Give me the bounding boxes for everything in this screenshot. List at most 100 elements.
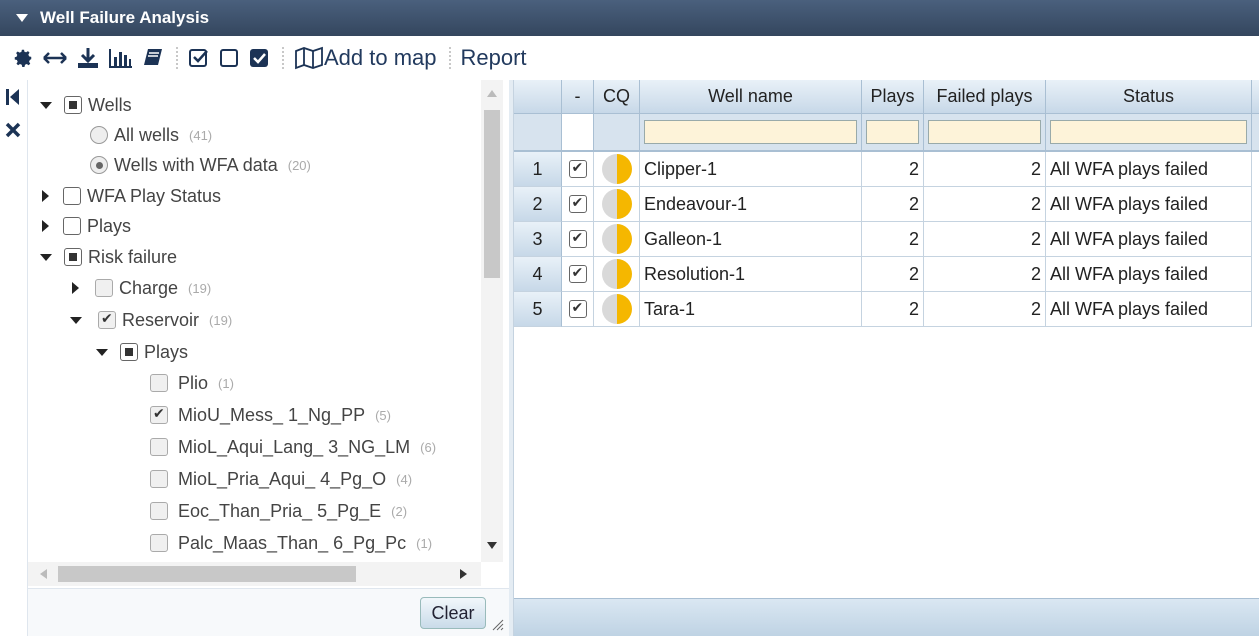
resize-grip-icon[interactable]	[492, 619, 504, 631]
well-name-cell: Clipper-1	[640, 152, 862, 187]
play-checkbox[interactable]	[150, 405, 168, 424]
toolbar-separator	[448, 47, 451, 69]
column-header-cq[interactable]: CQ	[594, 80, 640, 114]
plays-filter[interactable]	[866, 120, 919, 144]
tree-node-risk-failure[interactable]: Risk failure	[40, 243, 177, 271]
left-panel-footer: Clear	[28, 588, 509, 636]
play-label: Palc_Maas_Than_ 6_Pg_Pc	[178, 532, 407, 553]
check-filled-icon[interactable]	[248, 44, 270, 72]
tree-node-wells-wfa[interactable]: Wells with WFA data (20)	[90, 151, 311, 179]
status-cell: All WFA plays failed	[1046, 222, 1252, 257]
reservoir-checkbox[interactable]	[98, 310, 116, 329]
wells-checkbox[interactable]	[64, 96, 82, 114]
add-to-map-button[interactable]: Add to map	[294, 44, 437, 72]
row-checkbox[interactable]	[568, 229, 587, 248]
column-header-check[interactable]: -	[562, 80, 594, 114]
check-all-icon[interactable]	[188, 44, 210, 72]
play-checkbox[interactable]	[150, 438, 168, 456]
scroll-up-icon[interactable]	[487, 90, 497, 97]
filter-cell	[862, 114, 924, 152]
uncheck-all-icon[interactable]	[218, 44, 240, 72]
grid-footer	[514, 598, 1259, 636]
chevron-right-icon[interactable]	[72, 282, 79, 294]
play-label: MioU_Mess_ 1_Ng_PP	[178, 404, 366, 425]
play-count: (1)	[218, 375, 234, 391]
window-titlebar[interactable]: Well Failure Analysis	[0, 0, 1259, 36]
scroll-left-icon[interactable]	[40, 569, 47, 579]
well-name-cell: Resolution-1	[640, 257, 862, 292]
risk-failure-checkbox[interactable]	[64, 248, 82, 266]
row-number: 1	[514, 152, 562, 187]
tree-node-wells[interactable]: Wells	[40, 91, 132, 119]
tree-node-plays[interactable]: Plays	[42, 212, 131, 240]
chevron-down-icon[interactable]	[40, 101, 52, 109]
collapse-panel-icon[interactable]	[5, 88, 21, 106]
report-button[interactable]: Report	[461, 44, 527, 72]
play-checkbox[interactable]	[150, 502, 168, 520]
wfa-status-checkbox[interactable]	[63, 187, 81, 205]
cq-cell	[594, 257, 640, 292]
scroll-down-icon[interactable]	[487, 542, 497, 549]
chevron-right-icon[interactable]	[42, 220, 49, 232]
play-item[interactable]: MioL_Aqui_Lang_ 3_NG_LM (6)	[150, 433, 436, 461]
charge-checkbox[interactable]	[95, 279, 113, 297]
cq-cell	[594, 292, 640, 327]
column-header-well-name[interactable]: Well name	[640, 80, 862, 114]
play-item[interactable]: MioL_Pria_Aqui_ 4_Pg_O (4)	[150, 465, 412, 493]
column-header-status[interactable]: Status	[1046, 80, 1252, 114]
plays-cell: 2	[862, 222, 924, 257]
tree-node-all-wells[interactable]: All wells (41)	[90, 121, 212, 149]
play-checkbox[interactable]	[150, 470, 168, 488]
column-header-failed-plays[interactable]: Failed plays	[924, 80, 1046, 114]
play-checkbox[interactable]	[150, 534, 168, 552]
wells-grid: - CQ Well name Plays Failed plays Status…	[513, 80, 1259, 636]
tree-node-reservoir[interactable]: Reservoir (19)	[70, 306, 232, 334]
filter-cell	[1046, 114, 1252, 152]
tree-vertical-scrollbar[interactable]	[481, 80, 503, 562]
row-checkbox[interactable]	[568, 194, 587, 213]
all-wells-radio[interactable]	[90, 126, 108, 144]
chevron-down-icon[interactable]	[40, 253, 52, 261]
reservoir-plays-checkbox[interactable]	[120, 343, 138, 361]
gear-icon[interactable]	[12, 44, 34, 72]
book-icon[interactable]	[142, 44, 164, 72]
resize-width-icon[interactable]	[42, 44, 68, 72]
tree-node-reservoir-plays[interactable]: Plays	[96, 338, 188, 366]
row-checkbox[interactable]	[568, 299, 587, 318]
chevron-right-icon[interactable]	[42, 190, 49, 202]
download-icon[interactable]	[76, 44, 100, 72]
scroll-thumb[interactable]	[484, 110, 500, 278]
clear-button[interactable]: Clear	[420, 597, 486, 629]
bar-chart-icon[interactable]	[108, 44, 134, 72]
well-name-cell: Galleon-1	[640, 222, 862, 257]
close-icon[interactable]	[5, 122, 21, 138]
tree-node-charge[interactable]: Charge (19)	[72, 274, 211, 302]
cq-indicator-icon	[601, 154, 632, 184]
play-checkbox[interactable]	[150, 374, 168, 392]
failed-plays-filter[interactable]	[928, 120, 1041, 144]
scroll-right-icon[interactable]	[460, 569, 467, 579]
play-label: Eoc_Than_Pria_ 5_Pg_E	[178, 500, 382, 521]
status-filter[interactable]	[1050, 120, 1247, 144]
chevron-down-icon[interactable]	[70, 316, 82, 324]
scroll-thumb[interactable]	[58, 566, 356, 582]
collapse-icon[interactable]	[16, 14, 28, 22]
tree-node-wfa-status[interactable]: WFA Play Status	[42, 182, 221, 210]
plays-cell: 2	[862, 187, 924, 222]
row-checkbox[interactable]	[568, 264, 587, 283]
tree-horizontal-scrollbar[interactable]	[28, 562, 481, 586]
play-item[interactable]: Palc_Maas_Than_ 6_Pg_Pc (1)	[150, 529, 432, 557]
wells-wfa-radio[interactable]	[90, 156, 108, 174]
plays-cell: 2	[862, 152, 924, 187]
chevron-down-icon[interactable]	[96, 348, 108, 356]
play-item[interactable]: Eoc_Than_Pria_ 5_Pg_E (2)	[150, 497, 407, 525]
play-item[interactable]: Plio (1)	[150, 369, 234, 397]
row-number: 3	[514, 222, 562, 257]
plays-checkbox[interactable]	[63, 217, 81, 235]
play-item[interactable]: MioU_Mess_ 1_Ng_PP (5)	[150, 401, 391, 429]
well-name-filter[interactable]	[644, 120, 857, 144]
row-checkbox[interactable]	[568, 159, 587, 178]
status-cell: All WFA plays failed	[1046, 187, 1252, 222]
row-number-header	[514, 80, 562, 114]
column-header-plays[interactable]: Plays	[862, 80, 924, 114]
